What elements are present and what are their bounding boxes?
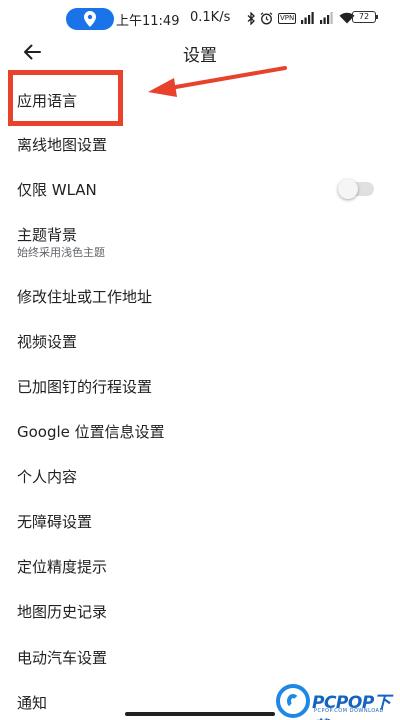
setting-label: Google 位置信息设置 (17, 423, 165, 441)
signal-icon (301, 12, 314, 24)
home-indicator[interactable] (125, 712, 275, 716)
setting-offline-maps[interactable]: 离线地图设置 (0, 121, 400, 166)
wifi-only-toggle[interactable] (338, 179, 374, 199)
bluetooth-icon (247, 11, 255, 25)
status-icons: VPN (247, 10, 360, 26)
setting-label: 修改住址或工作地址 (17, 288, 153, 306)
setting-label: 视频设置 (17, 333, 78, 351)
watermark-sub: PCPOP.COM DOWNLOAD (314, 708, 384, 714)
setting-label: 地图历史记录 (17, 603, 108, 621)
setting-ev[interactable]: 电动汽车设置 (0, 636, 400, 681)
setting-maps-history[interactable]: 地图历史记录 (0, 591, 400, 636)
setting-label: 电动汽车设置 (17, 649, 108, 667)
setting-google-location[interactable]: Google 位置信息设置 (0, 411, 400, 456)
location-indicator (66, 8, 114, 30)
setting-label: 定位精度提示 (17, 558, 108, 576)
location-pin-icon (84, 11, 96, 27)
annotation-arrow-icon (148, 66, 287, 97)
signal-icon-2 (320, 12, 333, 24)
pcpop-logo-icon (276, 684, 310, 718)
toggle-knob (338, 179, 358, 199)
setting-location-accuracy[interactable]: 定位精度提示 (0, 546, 400, 591)
setting-theme[interactable]: 主题背景 始终采用浅色主题 (0, 211, 400, 267)
setting-label: 离线地图设置 (17, 136, 108, 154)
network-speed: 0.1K/s (190, 10, 231, 25)
setting-accessibility[interactable]: 无障碍设置 (0, 501, 400, 546)
setting-label: 通知 (17, 694, 48, 712)
status-time: 上午11:49 (116, 14, 180, 29)
setting-personal-content[interactable]: 个人内容 (0, 456, 400, 501)
alarm-icon (260, 11, 273, 24)
vpn-icon: VPN (278, 12, 297, 24)
setting-wifi-only[interactable]: 仅限 WLAN (0, 166, 400, 211)
pcpop-watermark: PCPOP下载 PCPOP.COM DOWNLOAD (272, 682, 400, 720)
status-bar: 上午11:49 0.1K/s VPN 72 (0, 0, 400, 36)
setting-label: 个人内容 (17, 468, 78, 486)
setting-edit-home-work[interactable]: 修改住址或工作地址 (0, 276, 400, 321)
setting-label: 无障碍设置 (17, 513, 93, 531)
setting-label: 已加图钉的行程设置 (17, 378, 153, 396)
setting-pinned-trips[interactable]: 已加图钉的行程设置 (0, 366, 400, 411)
annotation-highlight-box (8, 70, 123, 126)
watermark-brand: PCPOP下载 (312, 693, 391, 720)
setting-label: 主题背景 (17, 226, 78, 244)
setting-video[interactable]: 视频设置 (0, 321, 400, 366)
setting-sublabel: 始终采用浅色主题 (17, 246, 105, 259)
setting-label: 仅限 WLAN (17, 181, 97, 199)
battery-icon: 72 (352, 11, 378, 23)
